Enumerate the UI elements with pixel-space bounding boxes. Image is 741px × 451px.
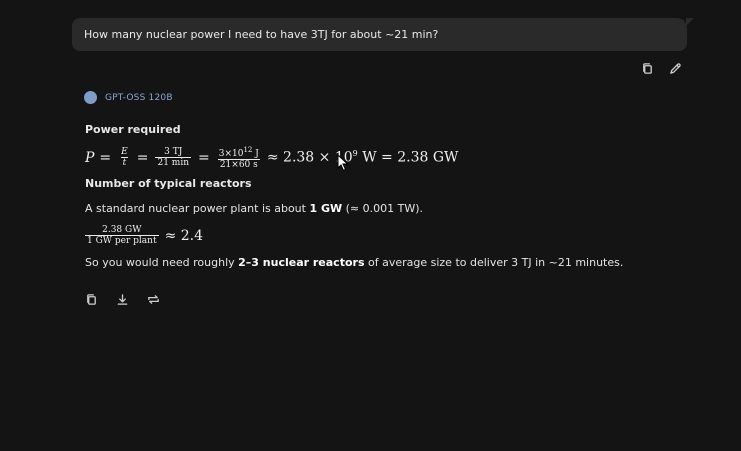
- user-message-text: How many nuclear power I need to have 3T…: [84, 28, 439, 41]
- paragraph-conclusion: So you would need roughly 2–3 nuclear re…: [85, 256, 624, 269]
- copy-icon[interactable]: [640, 61, 654, 75]
- model-name-label: GPT-OSS 120B: [105, 92, 173, 103]
- edit-icon[interactable]: [668, 61, 682, 75]
- power-equation: P = E t = 3 TJ 21 min = 3×1012 J 21×60 s…: [85, 146, 459, 170]
- model-avatar: [84, 91, 97, 104]
- paragraph-standard-plant: A standard nuclear power plant is about …: [85, 202, 423, 215]
- copy-icon[interactable]: [84, 292, 98, 306]
- fraction-energy-over-time: 3 TJ 21 min: [155, 147, 191, 168]
- chat-page: How many nuclear power I need to have 3T…: [0, 0, 741, 451]
- section-heading-power: Power required: [85, 123, 181, 136]
- user-message-bubble: How many nuclear power I need to have 3T…: [72, 18, 694, 51]
- regenerate-icon[interactable]: [146, 292, 160, 306]
- section-heading-reactors: Number of typical reactors: [85, 177, 252, 190]
- mouse-cursor-icon: [337, 154, 349, 172]
- fraction-joules-over-seconds: 3×1012 J 21×60 s: [217, 146, 260, 170]
- fraction-e-over-t: E t: [120, 147, 129, 168]
- model-header: GPT-OSS 120B: [84, 91, 173, 104]
- user-message-actions: [640, 61, 682, 75]
- fraction-gw-per-plant: 2.38 GW 1 GW per plant: [85, 225, 159, 246]
- assistant-message-actions: [84, 292, 160, 306]
- download-icon[interactable]: [115, 292, 129, 306]
- reactor-count-equation: 2.38 GW 1 GW per plant ≈ 2.4: [85, 225, 204, 246]
